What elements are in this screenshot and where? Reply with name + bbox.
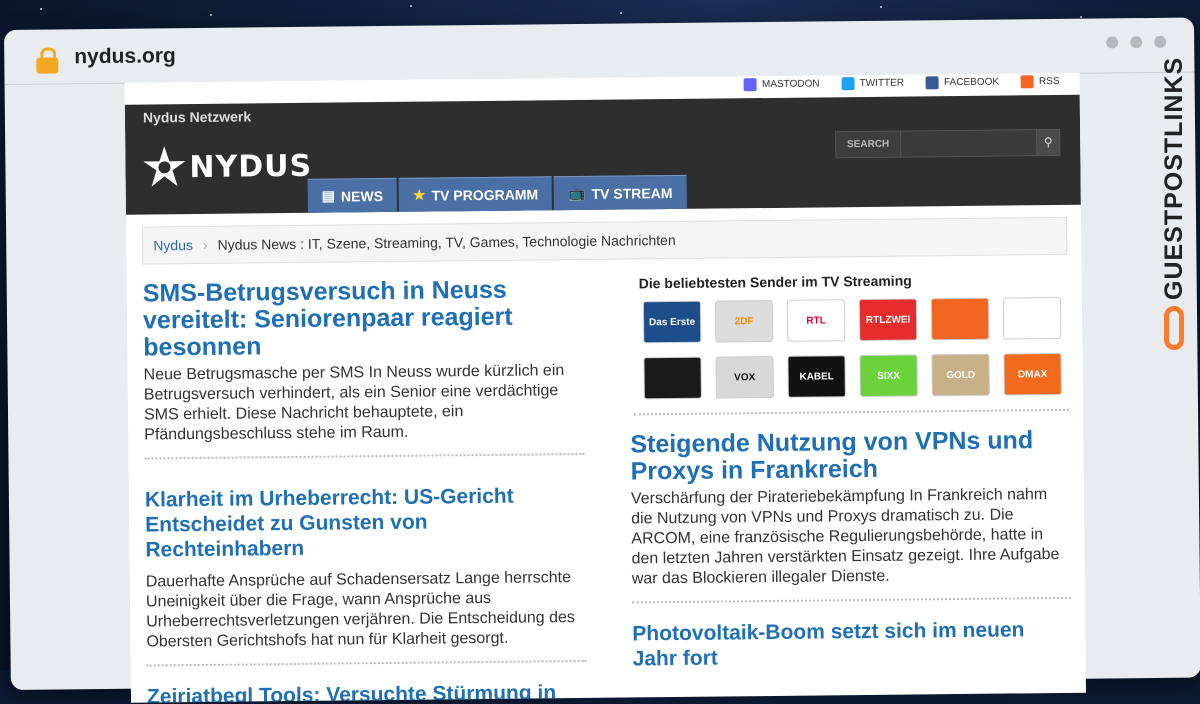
website: MASTODON TWITTER FACEBOOK RSS Nydus Netzwer… bbox=[124, 72, 1086, 703]
watermark: GUESTPOSTLINKS bbox=[1158, 56, 1194, 360]
nav-label: TV STREAM bbox=[591, 184, 673, 202]
channel-logo[interactable]: Das Erste bbox=[642, 300, 702, 344]
browser-window: nydus.org MASTODON TWITTER FACEBOOK RSS Nyd… bbox=[4, 17, 1200, 703]
channel-logo[interactable]: VOX bbox=[715, 355, 774, 399]
article: Steigende Nutzung von VPNs und Proxys in… bbox=[624, 426, 1072, 604]
article-excerpt: Neue Betrugsmasche per SMS In Neuss wurd… bbox=[143, 362, 565, 444]
article-title[interactable]: SMS-Betrugsversuch in Neuss vereitelt: S… bbox=[143, 276, 584, 362]
nav-tab-tv-programm[interactable]: ★ TV PROGRAMM bbox=[398, 176, 553, 212]
social-link-twitter[interactable]: TWITTER bbox=[841, 77, 905, 91]
article-title[interactable]: Photovoltaik-Boom setzt sich im neuen Ja… bbox=[632, 617, 1071, 672]
watermark-text: GUESTPOSTLINKS bbox=[1160, 56, 1188, 300]
breadcrumb-home[interactable]: Nydus bbox=[153, 237, 193, 253]
search-box: SEARCH ⚲ bbox=[834, 128, 1061, 159]
url-text[interactable]: nydus.org bbox=[74, 44, 176, 69]
article-excerpt: Dauerhafte Ansprüche auf Schadensersatz … bbox=[145, 569, 575, 651]
channel-logo[interactable]: RTL bbox=[786, 299, 846, 342]
channel-logo[interactable]: GOLD bbox=[931, 353, 990, 397]
channel-logo[interactable] bbox=[930, 297, 990, 341]
divider bbox=[144, 452, 585, 460]
site-logo[interactable]: NYDUS bbox=[141, 143, 312, 191]
divider bbox=[634, 408, 1070, 416]
divider bbox=[146, 659, 587, 667]
logo-text: NYDUS bbox=[189, 148, 313, 185]
newspaper-icon: ▤ bbox=[321, 187, 336, 204]
article: Photovoltaik-Boom setzt sich im neuen Ja… bbox=[626, 617, 1071, 672]
left-column: SMS-Betrugsversuch in Neuss vereitelt: S… bbox=[142, 260, 627, 703]
article-title[interactable]: Zeiriatbegl Tools: Versuchte Stürmung in bbox=[147, 680, 587, 702]
social-label: MASTODON bbox=[761, 78, 820, 91]
rss-icon bbox=[1020, 75, 1035, 89]
window-controls bbox=[1106, 35, 1167, 49]
article-excerpt: Verschärfung der Pirateriebekämpfung In … bbox=[630, 486, 1060, 588]
social-link-facebook[interactable]: FACEBOOK bbox=[925, 76, 1000, 90]
social-label: RSS bbox=[1038, 75, 1060, 88]
lock-icon bbox=[36, 47, 59, 74]
article: Klarheit im Urheberrecht: US-Gericht Ent… bbox=[145, 483, 587, 667]
article-title[interactable]: Steigende Nutzung von VPNs und Proxys in… bbox=[630, 426, 1070, 485]
breadcrumb-current: Nydus News : IT, Szene, Streaming, TV, G… bbox=[217, 231, 676, 253]
tv-icon: 📺 bbox=[568, 184, 586, 202]
site-header: Nydus Netzwerk NYDUS SEARCH ⚲ ▤ NEWS ★ TV P… bbox=[124, 94, 1081, 215]
channel-logo[interactable]: 2DF bbox=[714, 299, 774, 343]
channel-logo[interactable]: SIXX bbox=[859, 354, 918, 398]
channel-logo[interactable] bbox=[643, 356, 702, 400]
search-input[interactable] bbox=[901, 129, 1038, 158]
social-link-mastodon[interactable]: MASTODON bbox=[743, 77, 820, 92]
network-label[interactable]: Nydus Netzwerk bbox=[143, 108, 251, 125]
nav-label: NEWS bbox=[340, 187, 384, 204]
nav-tab-news[interactable]: ▤ NEWS bbox=[307, 177, 398, 213]
channel-logo[interactable]: RTLZWEI bbox=[858, 298, 918, 342]
channel-logo[interactable]: KABEL bbox=[787, 355, 846, 398]
social-label: TWITTER bbox=[859, 77, 905, 90]
channel-logo[interactable]: DMAX bbox=[1003, 352, 1062, 396]
article: SMS-Betrugsversuch in Neuss vereitelt: S… bbox=[143, 276, 585, 460]
mastodon-icon bbox=[743, 78, 758, 92]
search-icon[interactable]: ⚲ bbox=[1037, 128, 1061, 157]
nav-label: TV PROGRAMM bbox=[431, 185, 539, 204]
social-link-rss[interactable]: RSS bbox=[1020, 75, 1060, 89]
main-nav: ▤ NEWS ★ TV PROGRAMM 📺 TV STREAM bbox=[307, 174, 687, 213]
star-icon: ★ bbox=[412, 186, 426, 203]
nav-tab-tv-stream[interactable]: 📺 TV STREAM bbox=[553, 174, 687, 211]
sender-title: Die beliebtesten Sender im TV Streaming bbox=[638, 272, 912, 292]
article: Zeiriatbegl Tools: Versuchte Stürmung in bbox=[147, 680, 587, 702]
social-label: FACEBOOK bbox=[943, 76, 1000, 89]
logo-icon bbox=[143, 146, 186, 187]
right-column: Die beliebtesten Sender im TV Streaming … bbox=[622, 255, 1072, 703]
link-icon bbox=[1164, 306, 1184, 350]
breadcrumb-separator-icon: › bbox=[202, 236, 208, 253]
twitter-icon bbox=[841, 77, 855, 91]
facebook-icon bbox=[925, 76, 940, 90]
article-title[interactable]: Klarheit im Urheberrecht: US-Gericht Ent… bbox=[145, 483, 586, 563]
divider bbox=[632, 596, 1072, 604]
channel-grid: Das Erste 2DF RTL RTLZWEI VOX KABEL SIXX GOLD DM… bbox=[642, 296, 1069, 400]
channel-logo[interactable] bbox=[1002, 296, 1062, 340]
search-label: SEARCH bbox=[834, 130, 902, 159]
